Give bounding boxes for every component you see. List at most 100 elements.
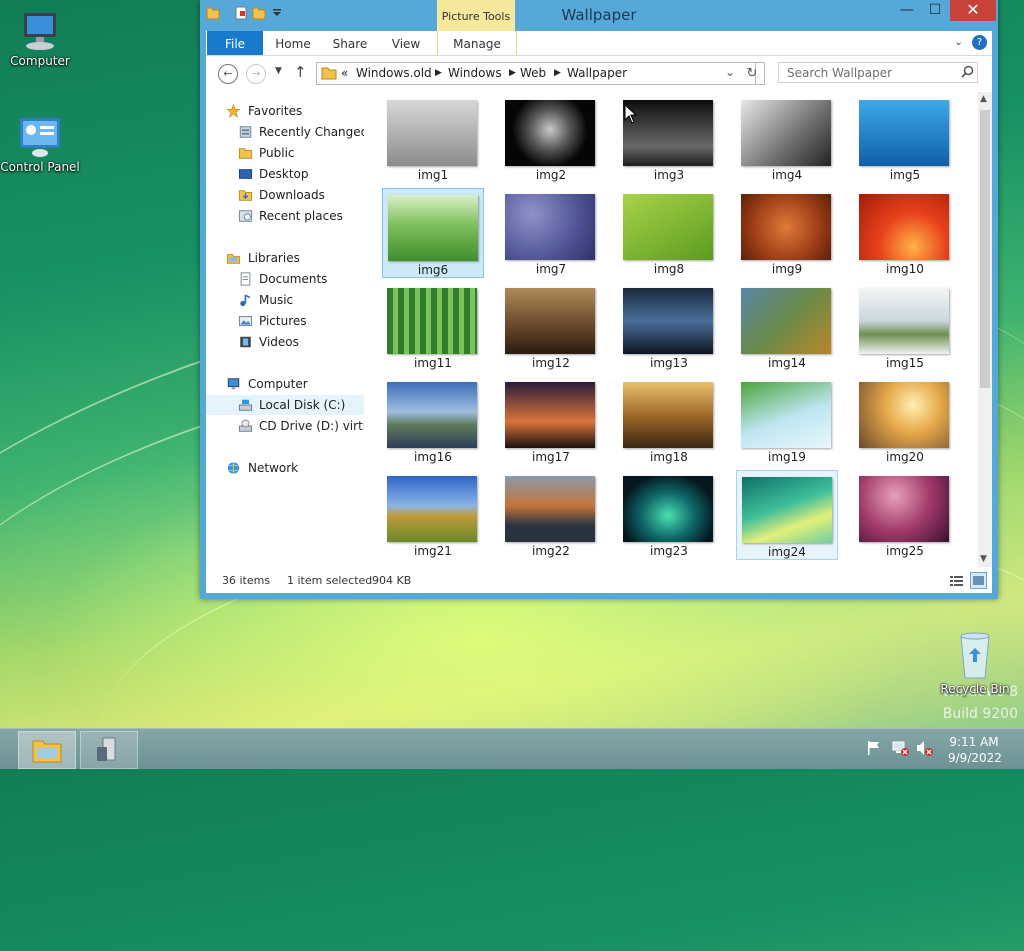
nav-item-label: Documents xyxy=(259,272,328,286)
expand-ribbon-icon[interactable]: ⌄ xyxy=(954,35,963,48)
file-item[interactable]: img17 xyxy=(500,376,602,466)
file-name: img18 xyxy=(650,450,688,464)
breadcrumb-web[interactable]: Web xyxy=(520,66,546,80)
nav-item-label: Recent places xyxy=(259,209,343,223)
breadcrumb-windows[interactable]: Windows xyxy=(448,66,502,80)
tab-share[interactable]: Share xyxy=(326,31,374,55)
nav-item-label: Local Disk (C:) xyxy=(259,398,346,412)
desktop-icon-recycle-bin[interactable]: Recycle Bin xyxy=(935,630,1015,696)
file-explorer-icon xyxy=(32,740,62,763)
network-icon xyxy=(227,462,240,474)
tab-manage[interactable]: Manage xyxy=(437,31,517,55)
file-item[interactable]: img11 xyxy=(382,282,484,372)
nav-item-pictures[interactable]: Pictures xyxy=(206,311,364,331)
file-item[interactable]: img16 xyxy=(382,376,484,466)
system-clock[interactable]: 9:11 AM 9/9/2022 xyxy=(948,734,1002,766)
desktop-icon-label: Recycle Bin xyxy=(940,682,1010,696)
file-item[interactable]: img7 xyxy=(500,188,602,278)
address-history-icon[interactable]: ⌄ xyxy=(725,65,735,79)
nav-item-public[interactable]: Public xyxy=(206,143,364,163)
title-bar[interactable]: Picture Tools Wallpaper — ☐ ✕ xyxy=(200,0,998,32)
refresh-button[interactable]: ↻ xyxy=(740,62,765,85)
nav-item-recently-changed[interactable]: Recently Changed xyxy=(206,122,364,142)
forward-button[interactable]: → xyxy=(246,64,266,84)
minimize-button[interactable]: — xyxy=(894,0,920,21)
tab-view[interactable]: View xyxy=(382,31,430,55)
volume-muted-icon[interactable] xyxy=(916,740,934,756)
control-panel-icon xyxy=(18,116,62,158)
recent-locations-icon[interactable]: ▼ xyxy=(275,66,282,76)
back-button[interactable]: ← xyxy=(218,64,238,84)
file-item[interactable]: img22 xyxy=(500,470,602,560)
network-disconnected-icon[interactable] xyxy=(892,740,910,756)
taskbar-app-button[interactable] xyxy=(80,731,138,769)
taskbar-file-explorer-button[interactable] xyxy=(18,731,76,769)
nav-item-desktop[interactable]: Desktop xyxy=(206,164,364,184)
file-item[interactable]: img14 xyxy=(736,282,838,372)
vertical-scrollbar[interactable]: ▲ ▼ xyxy=(978,92,992,567)
search-icon xyxy=(961,65,974,78)
help-icon[interactable]: ? xyxy=(972,35,987,50)
file-item[interactable]: img12 xyxy=(500,282,602,372)
file-item[interactable]: img2 xyxy=(500,94,602,184)
recently-changed-icon xyxy=(239,126,252,138)
file-item[interactable]: img15 xyxy=(854,282,956,372)
file-item[interactable]: img1 xyxy=(382,94,484,184)
clock-time: 9:11 AM xyxy=(949,735,999,749)
file-item[interactable]: img21 xyxy=(382,470,484,560)
status-bar: 36 items 1 item selected 904 KB xyxy=(206,567,992,593)
file-item[interactable]: img13 xyxy=(618,282,720,372)
file-name: img16 xyxy=(414,450,452,464)
tab-file[interactable]: File xyxy=(207,31,263,55)
scroll-down-icon[interactable]: ▼ xyxy=(980,554,987,564)
file-item[interactable]: img10 xyxy=(854,188,956,278)
desktop-icon-control-panel[interactable]: Control Panel xyxy=(0,116,80,174)
close-button[interactable]: ✕ xyxy=(950,0,996,21)
maximize-button[interactable]: ☐ xyxy=(922,0,948,21)
address-bar[interactable]: « Windows.old ▶ Windows ▶ Web ▶ Wallpape… xyxy=(316,62,756,85)
scroll-up-icon[interactable]: ▲ xyxy=(980,94,987,104)
file-item[interactable]: img4 xyxy=(736,94,838,184)
file-item[interactable]: img6 xyxy=(382,188,484,278)
desktop-icon-computer[interactable]: Computer xyxy=(0,10,80,68)
nav-item-downloads[interactable]: Downloads xyxy=(206,185,364,205)
nav-libraries[interactable]: Libraries xyxy=(206,248,364,268)
action-center-flag-icon[interactable] xyxy=(866,740,882,756)
file-item[interactable]: img8 xyxy=(618,188,720,278)
search-input[interactable] xyxy=(778,62,978,83)
file-item[interactable]: img25 xyxy=(854,470,956,560)
nav-item-documents[interactable]: Documents xyxy=(206,269,364,289)
tab-home[interactable]: Home xyxy=(268,31,318,55)
details-view-button[interactable] xyxy=(948,572,965,589)
file-item[interactable]: img20 xyxy=(854,376,956,466)
scrollbar-thumb[interactable] xyxy=(980,110,990,388)
nav-favorites[interactable]: Favorites xyxy=(206,101,364,121)
file-item[interactable]: img9 xyxy=(736,188,838,278)
new-folder-icon[interactable] xyxy=(252,5,266,21)
up-button[interactable]: ↑ xyxy=(294,63,307,81)
file-item[interactable]: img24 xyxy=(736,470,838,560)
file-name: img17 xyxy=(532,450,570,464)
nav-item-cd-drive[interactable]: CD Drive (D:) virtio-w xyxy=(206,416,364,436)
file-name: img15 xyxy=(886,356,924,370)
file-item[interactable]: img5 xyxy=(854,94,956,184)
nav-computer[interactable]: Computer xyxy=(206,374,364,394)
large-icons-view-button[interactable] xyxy=(970,572,987,589)
properties-icon[interactable] xyxy=(234,5,248,21)
customize-dropdown-icon[interactable] xyxy=(270,5,284,21)
thumbnail xyxy=(387,288,477,354)
file-item[interactable]: img23 xyxy=(618,470,720,560)
nav-item-local-disk[interactable]: Local Disk (C:) xyxy=(206,395,364,415)
nav-network[interactable]: Network xyxy=(206,458,364,478)
file-item[interactable]: img19 xyxy=(736,376,838,466)
folder-icon xyxy=(238,148,253,159)
breadcrumb-overflow[interactable]: « xyxy=(341,66,348,80)
nav-item-recent-places[interactable]: Recent places xyxy=(206,206,364,226)
nav-item-videos[interactable]: Videos xyxy=(206,332,364,352)
file-item[interactable]: img18 xyxy=(618,376,720,466)
desktop-icon-label: Control Panel xyxy=(0,160,80,174)
nav-item-music[interactable]: Music xyxy=(206,290,364,310)
breadcrumb-wallpaper[interactable]: Wallpaper xyxy=(567,66,627,80)
folder-icon[interactable] xyxy=(206,5,220,21)
breadcrumb-windows-old[interactable]: Windows.old xyxy=(356,66,432,80)
